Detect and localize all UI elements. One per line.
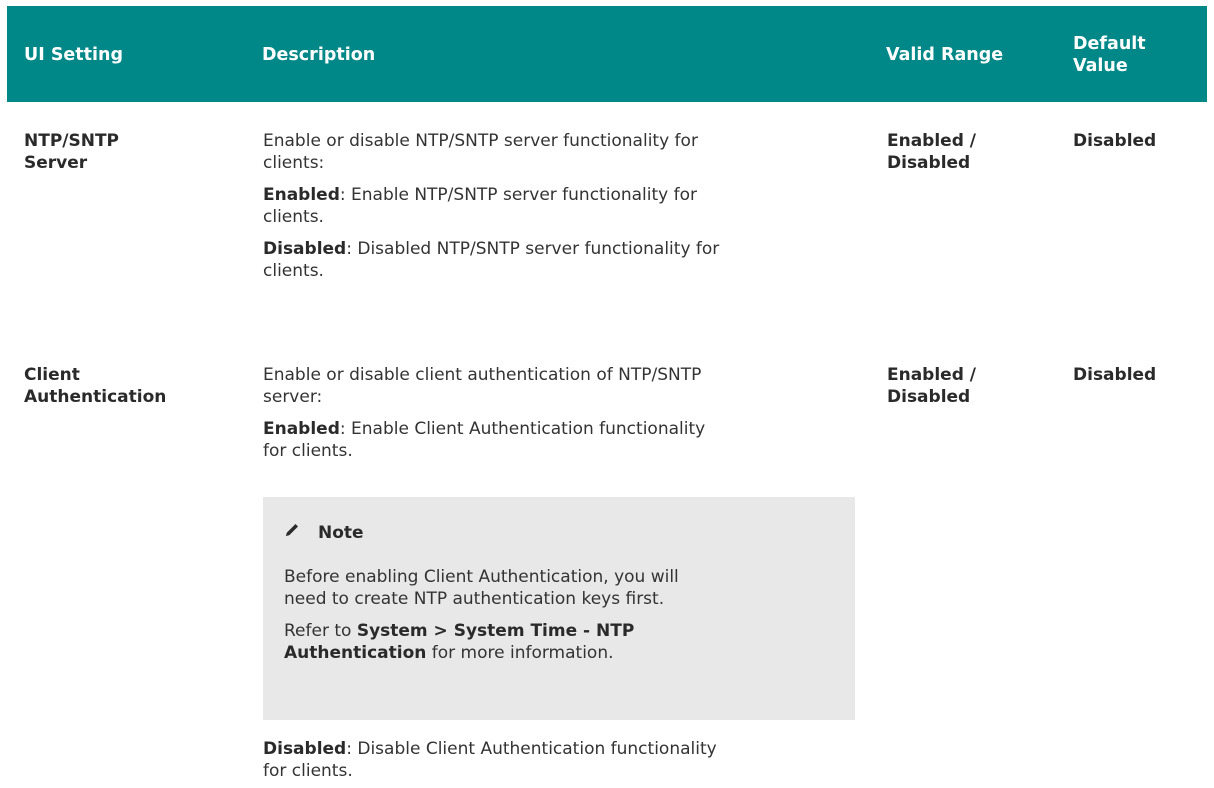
setting-name: Client Authentication <box>24 365 167 407</box>
default-value: Disabled <box>1073 365 1157 385</box>
note-box: Note Before enabling Client Authenticati… <box>263 497 855 720</box>
setting-description: Enable or disable client authentication … <box>263 364 863 472</box>
setting-name: NTP/SNTP Server <box>24 131 120 173</box>
note-title: Note <box>284 522 364 544</box>
header-default-value: Default Value <box>1073 34 1146 76</box>
option-enabled: Enabled: Enable Client Authentication fu… <box>263 419 706 461</box>
option-enabled: Enabled: Enable NTP/SNTP server function… <box>263 185 697 227</box>
option-disabled: Disabled: Disabled NTP/SNTP server funct… <box>263 239 720 281</box>
pencil-icon <box>284 522 300 544</box>
header-ui-setting: UI Setting <box>24 45 124 65</box>
header-valid-range: Valid Range <box>886 45 1004 65</box>
table-header: UI Setting Description Valid Range Defau… <box>7 6 1207 102</box>
valid-range: Enabled / Disabled <box>887 131 977 173</box>
header-description: Description <box>262 45 376 65</box>
default-value: Disabled <box>1073 131 1157 151</box>
note-body: Before enabling Client Authentication, y… <box>284 566 844 674</box>
note-reference: Refer to System > System Time - NTP Auth… <box>284 621 635 663</box>
option-disabled: Disabled: Disable Client Authentication … <box>263 739 717 781</box>
setting-description: Enable or disable NTP/SNTP server functi… <box>263 130 863 292</box>
valid-range: Enabled / Disabled <box>887 365 977 407</box>
